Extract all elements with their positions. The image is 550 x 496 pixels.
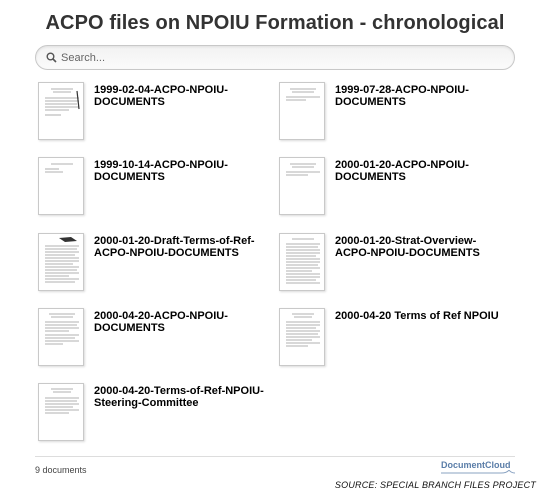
search-input[interactable] [61,51,514,64]
document-thumbnail[interactable] [279,157,325,215]
document-count: 9 documents [35,465,87,475]
brand-name: DocumentCloud [441,460,511,470]
document-title[interactable]: 2000-01-20-Strat-Overview-ACPO-NPOIU-DOC… [335,235,510,297]
document-item[interactable]: 1999-10-14-ACPO-NPOIU-DOCUMENTS [38,157,278,221]
search-bar[interactable] [35,45,515,70]
document-title[interactable]: 1999-07-28-ACPO-NPOIU-DOCUMENTS [335,84,510,146]
document-thumbnail[interactable] [279,233,325,291]
document-item[interactable]: 2000-01-20-ACPO-NPOIU-DOCUMENTS [279,157,519,221]
document-title[interactable]: 2000-01-20-Draft-Terms-of-Ref-ACPO-NPOIU… [94,235,269,297]
document-title[interactable]: 1999-02-04-ACPO-NPOIU-DOCUMENTS [94,84,269,146]
document-item[interactable]: 1999-02-04-ACPO-NPOIU-DOCUMENTS [38,82,278,146]
document-title[interactable]: 1999-10-14-ACPO-NPOIU-DOCUMENTS [94,159,269,221]
document-item[interactable]: 2000-04-20 Terms of Ref NPOIU [279,308,519,372]
document-title[interactable]: 2000-04-20-Terms-of-Ref-NPOIU-Steering-C… [94,385,269,447]
document-item[interactable]: 2000-04-20-ACPO-NPOIU-DOCUMENTS [38,308,278,372]
document-thumbnail[interactable] [38,157,84,215]
document-thumbnail[interactable] [38,233,84,291]
source-credit: SOURCE: SPECIAL BRANCH FILES PROJECT [334,480,536,490]
document-thumbnail[interactable] [38,308,84,366]
document-item[interactable]: 1999-07-28-ACPO-NPOIU-DOCUMENTS [279,82,519,146]
documentcloud-logo[interactable]: DocumentCloud [441,460,515,476]
document-item[interactable]: 2000-01-20-Draft-Terms-of-Ref-ACPO-NPOIU… [38,233,278,297]
footer-divider [35,456,515,457]
document-title[interactable]: 2000-04-20 Terms of Ref NPOIU [335,310,510,372]
logo-swoosh-icon [441,470,515,474]
document-thumbnail[interactable] [279,82,325,140]
document-item[interactable]: 2000-04-20-Terms-of-Ref-NPOIU-Steering-C… [38,383,278,447]
document-title[interactable]: 2000-01-20-ACPO-NPOIU-DOCUMENTS [335,159,510,221]
page-title: ACPO files on NPOIU Formation - chronolo… [45,12,505,34]
document-thumbnail[interactable] [279,308,325,366]
document-item[interactable]: 2000-01-20-Strat-Overview-ACPO-NPOIU-DOC… [279,233,519,297]
document-title[interactable]: 2000-04-20-ACPO-NPOIU-DOCUMENTS [94,310,269,372]
document-thumbnail[interactable] [38,82,84,140]
search-icon [41,52,61,63]
document-thumbnail[interactable] [38,383,84,441]
